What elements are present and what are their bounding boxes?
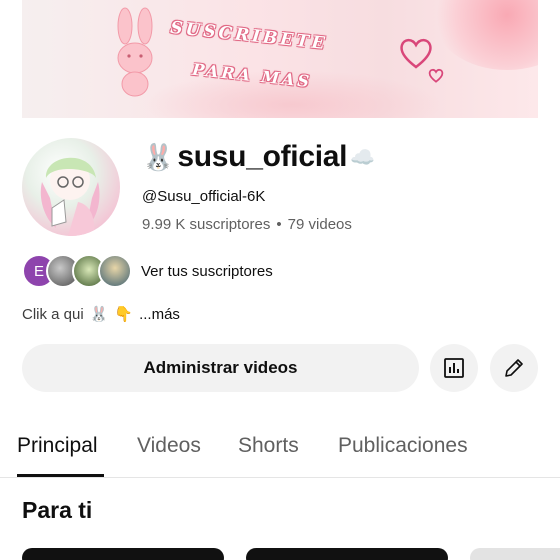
bunny-emoji-icon: 🐰 — [142, 141, 175, 172]
channel-avatar[interactable] — [22, 138, 120, 236]
description-more-link[interactable]: ...más — [139, 306, 180, 323]
section-title: Para ti — [22, 497, 93, 523]
channel-handle: @Susu_official-6K — [142, 188, 266, 205]
bunny-emoji-icon: 🐰 — [89, 306, 109, 323]
active-tab-indicator — [17, 474, 104, 477]
channel-title-row: 🐰 susu_oficial ☁️ — [142, 140, 375, 174]
pencil-icon — [505, 359, 523, 377]
view-subscribers-link[interactable]: Ver tus suscriptores — [141, 263, 273, 280]
channel-tabs: Principal Videos Shorts Publicaciones — [0, 420, 560, 478]
bar-chart-icon — [444, 358, 464, 378]
view-subscribers-row[interactable]: E Ver tus suscriptores — [22, 254, 273, 288]
video-count: 79 videos — [287, 216, 352, 233]
pointing-down-emoji-icon: 👇 — [114, 306, 134, 323]
stats-separator: • — [276, 216, 282, 233]
heart-icon — [400, 38, 432, 69]
video-card[interactable] — [22, 548, 224, 560]
tab-videos[interactable]: Videos — [137, 434, 201, 458]
cloud-emoji-icon: ☁️ — [350, 146, 376, 169]
analytics-button[interactable] — [430, 344, 478, 392]
channel-name: susu_oficial — [177, 140, 348, 173]
subscriber-avatar — [98, 254, 132, 288]
bunny-illustration — [117, 7, 153, 97]
edit-channel-button[interactable] — [490, 344, 538, 392]
tab-publicaciones[interactable]: Publicaciones — [338, 434, 468, 458]
description-text: Clik a qui — [22, 305, 84, 323]
channel-banner: SUSCRIBETE PARA MAS — [22, 0, 538, 118]
tab-shorts[interactable]: Shorts — [238, 434, 299, 458]
video-card[interactable] — [470, 548, 560, 560]
banner-text-subscribe: SUSCRIBETE — [169, 17, 329, 55]
banner-decoration — [432, 0, 538, 70]
subscriber-count: 9.99 K suscriptores — [142, 216, 271, 233]
video-card[interactable] — [246, 548, 448, 560]
manage-videos-button[interactable]: Administrar videos — [22, 344, 419, 392]
avatar-illustration — [40, 157, 100, 236]
channel-description[interactable]: Clik a qui 🐰 👇 ...más — [22, 305, 180, 324]
heart-icon — [428, 68, 444, 83]
tab-principal[interactable]: Principal — [17, 434, 98, 458]
subscriber-avatars: E — [22, 254, 132, 288]
channel-stats: 9.99 K suscriptores • 79 videos — [142, 216, 352, 233]
